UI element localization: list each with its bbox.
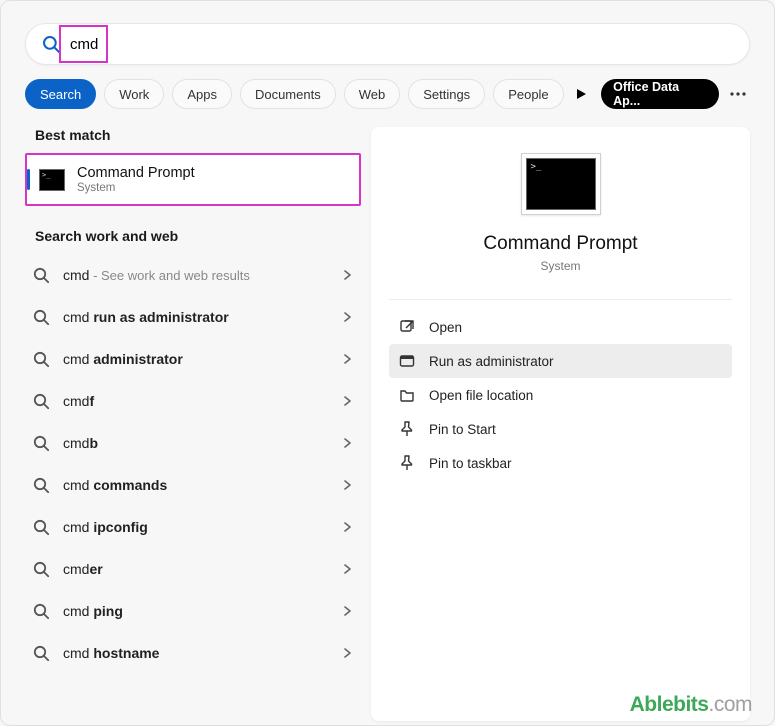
tab-web[interactable]: Web — [344, 79, 401, 109]
tab-people[interactable]: People — [493, 79, 563, 109]
suggestion-row[interactable]: cmdb — [25, 422, 361, 464]
action-pin-to-start[interactable]: Pin to Start — [389, 412, 732, 446]
chevron-right-icon — [343, 564, 353, 574]
tab-work[interactable]: Work — [104, 79, 164, 109]
command-prompt-icon — [526, 158, 596, 210]
search-icon — [33, 645, 49, 661]
tab-documents[interactable]: Documents — [240, 79, 336, 109]
best-match-heading: Best match — [35, 127, 361, 143]
action-label: Open file location — [429, 388, 533, 403]
open-icon — [399, 319, 415, 335]
suggestion-row[interactable]: cmd hostname — [25, 632, 361, 674]
chevron-right-icon — [343, 480, 353, 490]
suggestion-text: cmd hostname — [63, 645, 335, 661]
suggestion-text: cmd - See work and web results — [63, 267, 335, 283]
suggestions-heading: Search work and web — [35, 228, 361, 244]
tab-search[interactable]: Search — [25, 79, 96, 109]
tab-apps[interactable]: Apps — [172, 79, 232, 109]
suggestion-row[interactable]: cmder — [25, 548, 361, 590]
dots-icon — [730, 92, 746, 96]
chevron-right-icon — [343, 606, 353, 616]
preview-title: Command Prompt — [483, 233, 637, 255]
search-icon — [33, 351, 49, 367]
search-input[interactable] — [70, 36, 733, 53]
preview-thumbnail-frame — [521, 153, 601, 215]
action-pin-to-taskbar[interactable]: Pin to taskbar — [389, 446, 732, 480]
overflow-menu[interactable] — [727, 92, 750, 96]
search-icon — [33, 435, 49, 451]
search-icon — [33, 561, 49, 577]
action-open-file-location[interactable]: Open file location — [389, 378, 732, 412]
results-panel: Best match Command Prompt System Search … — [1, 127, 371, 721]
suggestion-row[interactable]: cmd - See work and web results — [25, 254, 361, 296]
more-tabs-arrow[interactable] — [572, 89, 593, 99]
suggestion-row[interactable]: cmd commands — [25, 464, 361, 506]
watermark: Ablebits.com — [630, 693, 752, 717]
suggestion-text: cmdf — [63, 393, 335, 409]
preview-panel: Command Prompt System Open Run as adminis… — [371, 127, 750, 721]
suggestion-row[interactable]: cmd administrator — [25, 338, 361, 380]
suggestion-row[interactable]: cmdf — [25, 380, 361, 422]
search-icon — [33, 393, 49, 409]
chevron-right-icon — [343, 312, 353, 322]
action-label: Run as administrator — [429, 354, 554, 369]
pin-icon — [399, 421, 415, 437]
filter-tabs: Search Work Apps Documents WebSettings People… — [25, 79, 750, 109]
action-label: Pin to taskbar — [429, 456, 512, 471]
chevron-right-icon — [343, 522, 353, 532]
search-icon — [33, 603, 49, 619]
search-icon — [42, 35, 60, 53]
divider — [389, 299, 732, 300]
tab-settings[interactable]: Settings — [408, 79, 485, 109]
suggestion-text: cmd ipconfig — [63, 519, 335, 535]
action-label: Open — [429, 320, 462, 335]
suggestion-text: cmdb — [63, 435, 335, 451]
suggestion-text: cmder — [63, 561, 335, 577]
play-icon — [577, 89, 587, 99]
preview-subtitle: System — [540, 259, 580, 273]
search-icon — [33, 309, 49, 325]
chevron-right-icon — [343, 396, 353, 406]
chevron-right-icon — [343, 438, 353, 448]
chevron-right-icon — [343, 354, 353, 364]
suggestion-row[interactable]: cmd ipconfig — [25, 506, 361, 548]
suggestion-text: cmd administrator — [63, 351, 335, 367]
action-label: Pin to Start — [429, 422, 496, 437]
command-prompt-icon — [39, 169, 65, 191]
best-match-result[interactable]: Command Prompt System — [25, 153, 361, 206]
suggestion-text: cmd ping — [63, 603, 335, 619]
action-open[interactable]: Open — [389, 310, 732, 344]
search-icon — [33, 477, 49, 493]
pin-icon — [399, 455, 415, 471]
search-icon — [33, 519, 49, 535]
chevron-right-icon — [343, 648, 353, 658]
suggestion-row[interactable]: cmd run as administrator — [25, 296, 361, 338]
suggestion-text: cmd commands — [63, 477, 335, 493]
chevron-right-icon — [343, 270, 353, 280]
office-data-pill[interactable]: Office Data Ap... — [601, 79, 719, 109]
folder-icon — [399, 387, 415, 403]
best-match-subtitle: System — [77, 182, 195, 194]
suggestion-text: cmd run as administrator — [63, 309, 335, 325]
action-run-as-administrator[interactable]: Run as administrator — [389, 344, 732, 378]
search-icon — [33, 267, 49, 283]
suggestion-row[interactable]: cmd ping — [25, 590, 361, 632]
search-bar[interactable] — [25, 23, 750, 65]
admin-icon — [399, 353, 415, 369]
best-match-title: Command Prompt — [77, 165, 195, 181]
